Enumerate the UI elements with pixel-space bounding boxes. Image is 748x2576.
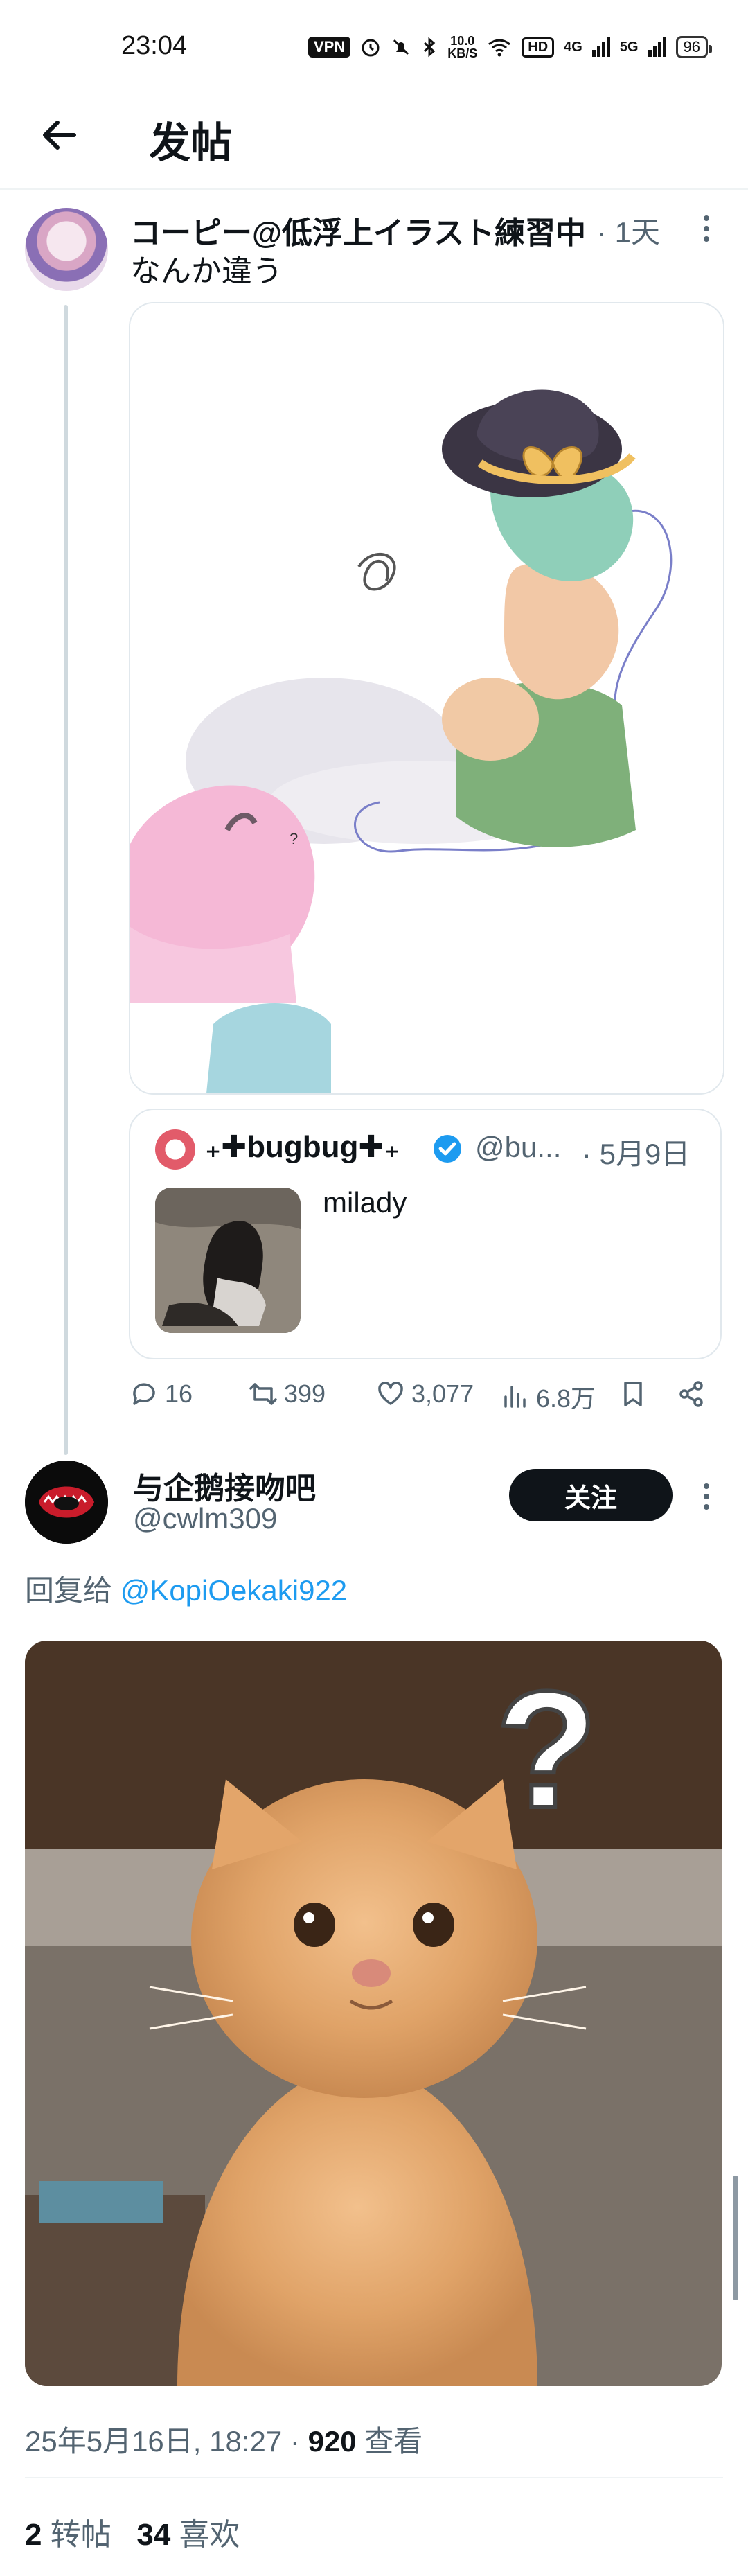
post-stats: 2 转帖 34 喜欢: [25, 2509, 240, 2554]
reply-more-options-button[interactable]: [693, 1476, 720, 1517]
signal-icon: [591, 37, 610, 57]
quote-thumbnail[interactable]: [155, 1188, 301, 1333]
quote-avatar: [155, 1129, 195, 1170]
signal-icon-2: [648, 37, 666, 57]
cat-photo: ?: [25, 1641, 722, 2386]
view-count: 920: [308, 2425, 357, 2458]
back-arrow-icon: [43, 121, 76, 150]
tweet-image[interactable]: ?: [129, 302, 724, 1095]
quote-time: · 5月9日: [582, 1138, 691, 1170]
bookmark-button[interactable]: [618, 1379, 648, 1409]
reply-icon: [133, 1383, 155, 1405]
header-divider: [0, 188, 748, 190]
quote-handle: @bu...: [475, 1131, 562, 1163]
illustration: ?: [130, 303, 723, 1093]
view-label: 查看: [356, 2425, 423, 2458]
repost-label[interactable]: 转帖: [42, 2518, 112, 2552]
share-button[interactable]: [676, 1379, 706, 1409]
tweet-actions: 16 399 3,077 6.8万: [129, 1379, 722, 1420]
more-vertical-icon: [704, 215, 709, 242]
reply-author-handle: @cwlm309: [133, 1502, 278, 1535]
status-icons: VPN 10.0 KB/S HD 4G 5G 96: [308, 30, 713, 64]
stats-divider: [25, 2477, 723, 2478]
post-meta: 25年5月16日, 18:27 · 920 查看: [25, 2418, 422, 2460]
reply-author-name[interactable]: 与企鹅接吻吧: [133, 1463, 316, 1508]
network-speed: 10.0 KB/S: [447, 35, 477, 60]
battery-indicator: 96: [675, 36, 713, 58]
bluetooth-icon: [424, 37, 436, 58]
tweet-time: · 1天: [597, 216, 661, 249]
views-count: 6.8万: [536, 1384, 596, 1413]
vpn-badge: VPN: [308, 37, 351, 58]
verified-icon: [434, 1135, 461, 1163]
retweet-button[interactable]: 399: [248, 1379, 326, 1409]
repost-count[interactable]: 2: [25, 2518, 42, 2552]
page-title: 发帖: [149, 120, 232, 166]
illustration-question: ?: [290, 830, 298, 847]
network-5g: 5G: [619, 39, 639, 55]
quote-photo: [155, 1188, 301, 1333]
status-time: 23:04: [121, 31, 188, 60]
retweet-icon: [249, 1383, 277, 1405]
wifi-icon: [488, 39, 511, 57]
reply-button[interactable]: 16: [129, 1379, 193, 1409]
speed-unit: KB/S: [447, 46, 478, 60]
thread-line: [64, 305, 68, 1455]
views-chart-icon: [504, 1386, 526, 1408]
quote-text: milady: [323, 1186, 407, 1219]
question-mark-text: ?: [496, 1657, 598, 1842]
like-button[interactable]: 3,077: [375, 1379, 474, 1409]
like-total[interactable]: 34: [136, 2518, 170, 2552]
more-vertical-icon: [704, 1483, 709, 1510]
mention-link[interactable]: @KopiOekaki922: [121, 1574, 348, 1607]
back-button[interactable]: [28, 104, 90, 166]
scrollbar[interactable]: [733, 2176, 738, 2300]
mute-icon: [393, 39, 409, 55]
replying-to-label: 回复给: [25, 1574, 121, 1607]
speed-value: 10.0: [450, 34, 475, 48]
reply-image[interactable]: ?: [25, 1641, 722, 2386]
retweet-count: 399: [284, 1379, 326, 1408]
views-button[interactable]: 6.8万: [500, 1379, 596, 1415]
hd-badge: HD: [522, 37, 555, 58]
post-date: 25年5月16日, 18:27 ·: [25, 2425, 308, 2458]
like-count: 3,077: [411, 1379, 474, 1408]
share-icon: [679, 1381, 703, 1407]
reply-count: 16: [165, 1379, 193, 1408]
heart-icon: [378, 1382, 403, 1405]
follow-button[interactable]: 关注: [509, 1469, 673, 1521]
more-options-button[interactable]: [693, 211, 720, 246]
like-label[interactable]: 喜欢: [170, 2518, 240, 2552]
alarm-icon: [362, 39, 380, 57]
avatar-image: [25, 1461, 108, 1544]
quote-tweet[interactable]: ₊✚bugbug✚₊ @bu... · 5月9日 milady: [129, 1109, 722, 1359]
bookmark-icon: [624, 1382, 642, 1406]
replying-to: 回复给 @KopiOekaki922: [25, 1567, 347, 1609]
quote-author-name: ₊✚bugbug✚₊: [205, 1130, 400, 1164]
tweet-text: なんか違う: [130, 254, 283, 288]
reply-author-avatar[interactable]: [25, 1461, 108, 1544]
author-avatar[interactable]: [25, 208, 108, 291]
network-4g: 4G: [564, 39, 582, 55]
